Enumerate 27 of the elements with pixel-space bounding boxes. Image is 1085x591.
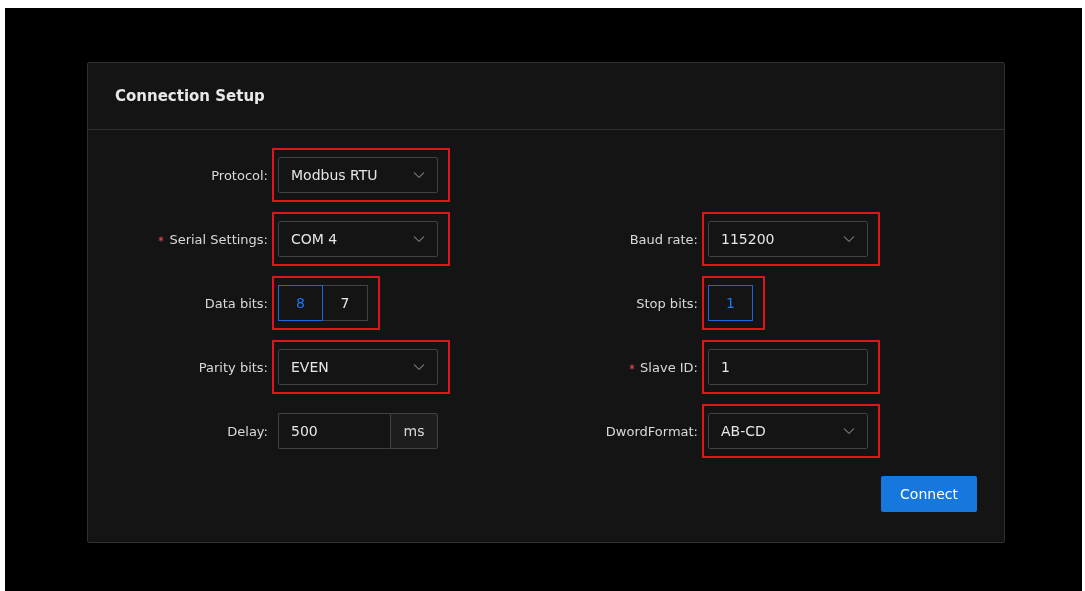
chevron-down-icon <box>843 235 855 243</box>
chevron-down-icon <box>413 171 425 179</box>
field-label: Stop bits: <box>636 295 698 311</box>
field-label: Data bits: <box>204 295 268 311</box>
dropdown[interactable]: Modbus RTU <box>278 157 438 193</box>
radio-button[interactable]: 8 <box>278 285 323 321</box>
dropdown[interactable]: 115200 <box>708 221 868 257</box>
field-label: Slave ID: <box>640 359 698 375</box>
field-label: Serial Settings: <box>169 231 268 247</box>
field-label: Protocol: <box>211 167 268 183</box>
field-label: Parity bits: <box>198 359 268 375</box>
input-field[interactable]: 1 <box>708 349 868 385</box>
input-field[interactable]: 500 <box>278 413 390 449</box>
card-title: Connection Setup <box>115 87 265 105</box>
connect-button[interactable]: Connect <box>881 476 977 512</box>
chevron-down-icon <box>413 363 425 371</box>
radio-button[interactable]: 7 <box>323 285 368 321</box>
chevron-down-icon <box>843 427 855 435</box>
unit-addon: ms <box>390 413 438 449</box>
dropdown[interactable]: COM 4 <box>278 221 438 257</box>
dropdown[interactable]: AB-CD <box>708 413 868 449</box>
field-label: DwordFormat: <box>605 423 698 439</box>
radio-button[interactable]: 1 <box>708 285 753 321</box>
field-label: Baud rate: <box>629 231 698 247</box>
field-label: Delay: <box>227 423 268 439</box>
chevron-down-icon <box>413 235 425 243</box>
dropdown[interactable]: EVEN <box>278 349 438 385</box>
